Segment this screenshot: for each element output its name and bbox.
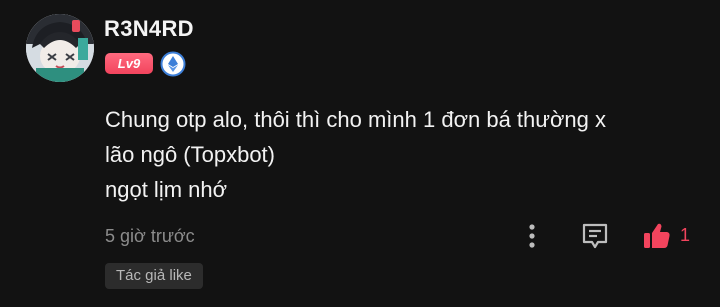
comment-bubble-icon [582,223,608,249]
like-button[interactable]: 1 [642,221,694,251]
vertical-ellipsis-icon [529,224,535,248]
more-options-button[interactable] [520,221,544,251]
username[interactable]: R3N4RD [104,16,194,42]
timestamp: 5 giờ trước [105,226,195,246]
comment-line: ngọt lịm nhớ [105,177,228,202]
comment-line: lão ngô (Topxbot) [105,142,275,167]
avatar[interactable] [26,14,94,82]
like-count: 1 [680,225,691,245]
author-liked-tag: Tác giả like [105,263,203,289]
comment-body: Chung otp alo, thôi thì cho mình 1 đơn b… [105,102,695,207]
ethereum-diamond-icon [160,51,186,77]
thumbs-up-icon [644,223,670,248]
reply-button[interactable] [580,221,610,251]
comment-card: R3N4RD Lv9 Chung otp alo, thôi thì cho m… [0,0,720,307]
avatar-image [26,14,94,82]
comment-line: Chung otp alo, thôi thì cho mình 1 đơn b… [105,107,607,132]
level-badge: Lv9 [105,53,153,74]
